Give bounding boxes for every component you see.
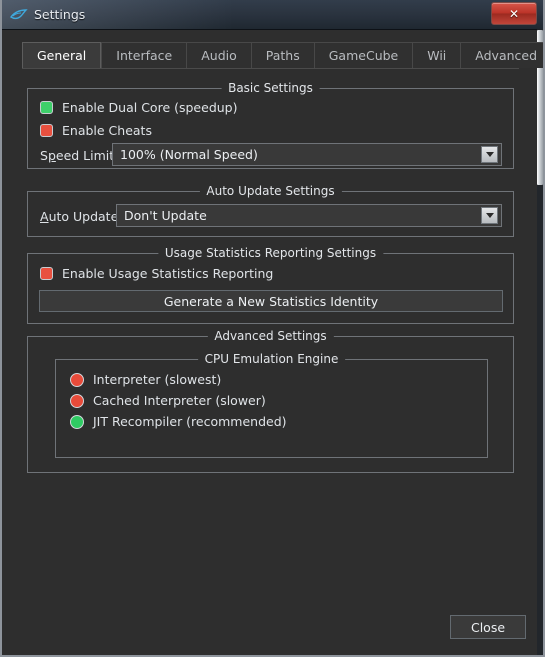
dolphin-icon xyxy=(10,6,28,24)
advanced-settings-group: Advanced Settings CPU Emulation Engine I… xyxy=(27,329,514,473)
speed-limit-combobox[interactable]: 100% (Normal Speed) xyxy=(112,143,502,166)
close-button[interactable]: Close xyxy=(450,615,526,639)
cached-interpreter-label: Cached Interpreter (slower) xyxy=(93,393,266,408)
tab-audio[interactable]: Audio xyxy=(186,42,251,68)
enable-cheats-checkbox[interactable] xyxy=(40,124,53,137)
interpreter-label: Interpreter (slowest) xyxy=(93,372,222,387)
settings-window: Settings ✕ General Interface Audio Paths… xyxy=(0,0,545,657)
enable-dual-core-checkbox[interactable] xyxy=(40,101,53,114)
auto-update-label: Auto Update: xyxy=(40,209,123,224)
tab-interface[interactable]: Interface xyxy=(101,42,187,68)
enable-dual-core-label: Enable Dual Core (speedup) xyxy=(62,100,238,115)
speed-limit-value: 100% (Normal Speed) xyxy=(120,147,258,162)
enable-usage-statistics-label: Enable Usage Statistics Reporting xyxy=(62,266,274,281)
usage-statistics-settings-group: Usage Statistics Reporting Settings Enab… xyxy=(27,246,514,324)
enable-usage-statistics-checkbox[interactable] xyxy=(40,267,53,280)
window-title: Settings xyxy=(34,7,86,22)
tab-paths[interactable]: Paths xyxy=(250,42,314,68)
cpu-engine-option-jit-recompiler[interactable]: JIT Recompiler (recommended) xyxy=(70,414,287,429)
enable-cheats-row[interactable]: Enable Cheats xyxy=(40,123,152,138)
close-window-button[interactable]: ✕ xyxy=(491,2,537,25)
auto-update-settings-group: Auto Update Settings Auto Update: Don't … xyxy=(27,184,514,237)
cpu-emulation-engine-group: CPU Emulation Engine Interpreter (slowes… xyxy=(55,352,488,458)
generate-statistics-identity-button[interactable]: Generate a New Statistics Identity xyxy=(39,290,503,312)
tab-advanced[interactable]: Advanced xyxy=(460,42,543,68)
chevron-down-icon[interactable] xyxy=(481,207,498,224)
tab-wii[interactable]: Wii xyxy=(412,42,461,68)
settings-content: General Interface Audio Paths GameCube W… xyxy=(2,29,543,655)
auto-update-value: Don't Update xyxy=(124,208,207,223)
cached-interpreter-radio[interactable] xyxy=(70,393,84,408)
enable-usage-statistics-row[interactable]: Enable Usage Statistics Reporting xyxy=(40,266,273,281)
basic-settings-group: Basic Settings Enable Dual Core (speedup… xyxy=(27,81,514,169)
interpreter-radio[interactable] xyxy=(70,372,84,387)
tab-general[interactable]: General xyxy=(22,42,102,68)
enable-dual-core-row[interactable]: Enable Dual Core (speedup) xyxy=(40,100,237,115)
speed-limit-label: Speed Limit: xyxy=(40,148,119,163)
jit-recompiler-label: JIT Recompiler (recommended) xyxy=(93,414,287,429)
title-bar: Settings ✕ xyxy=(2,0,543,30)
auto-update-combobox[interactable]: Don't Update xyxy=(116,204,502,227)
cpu-engine-option-interpreter[interactable]: Interpreter (slowest) xyxy=(70,372,221,387)
chevron-down-icon[interactable] xyxy=(481,146,498,163)
jit-recompiler-radio[interactable] xyxy=(70,414,84,429)
settings-tab-bar: General Interface Audio Paths GameCube W… xyxy=(22,42,543,69)
cpu-engine-option-cached-interpreter[interactable]: Cached Interpreter (slower) xyxy=(70,393,266,408)
enable-cheats-label: Enable Cheats xyxy=(62,123,152,138)
tab-gamecube[interactable]: GameCube xyxy=(313,42,413,68)
